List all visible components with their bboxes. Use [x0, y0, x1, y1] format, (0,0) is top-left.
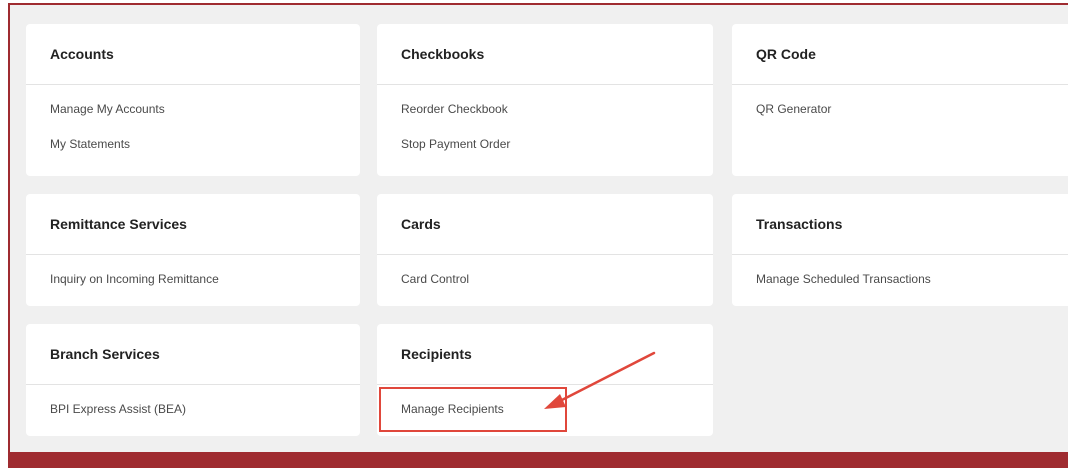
link-bpi-express-assist[interactable]: BPI Express Assist (BEA): [50, 399, 336, 419]
card-cards: Cards Card Control: [377, 194, 713, 306]
link-reorder-checkbook[interactable]: Reorder Checkbook: [401, 99, 689, 119]
link-manage-scheduled-transactions[interactable]: Manage Scheduled Transactions: [756, 269, 1048, 289]
card-title-branch-services: Branch Services: [26, 324, 360, 385]
card-title-cards: Cards: [377, 194, 713, 255]
card-title-checkbooks: Checkbooks: [377, 24, 713, 85]
link-manage-my-accounts[interactable]: Manage My Accounts: [50, 99, 336, 119]
card-accounts: Accounts Manage My Accounts My Statement…: [26, 24, 360, 176]
card-remittance-services: Remittance Services Inquiry on Incoming …: [26, 194, 360, 306]
card-title-remittance-services: Remittance Services: [26, 194, 360, 255]
link-qr-generator[interactable]: QR Generator: [756, 99, 1048, 119]
link-inquiry-incoming-remittance[interactable]: Inquiry on Incoming Remittance: [50, 269, 336, 289]
card-title-recipients: Recipients: [377, 324, 713, 385]
card-transactions: Transactions Manage Scheduled Transactio…: [732, 194, 1068, 306]
link-stop-payment-order[interactable]: Stop Payment Order: [401, 134, 689, 154]
card-qr-code: QR Code QR Generator: [732, 24, 1068, 176]
card-title-qr-code: QR Code: [732, 24, 1068, 85]
card-title-transactions: Transactions: [732, 194, 1068, 255]
link-my-statements[interactable]: My Statements: [50, 134, 336, 154]
card-checkbooks: Checkbooks Reorder Checkbook Stop Paymen…: [377, 24, 713, 176]
card-branch-services: Branch Services BPI Express Assist (BEA): [26, 324, 360, 436]
annotation-highlight-box: [379, 387, 567, 432]
link-card-control[interactable]: Card Control: [401, 269, 689, 289]
footer-bar: [8, 454, 1068, 468]
card-title-accounts: Accounts: [26, 24, 360, 85]
